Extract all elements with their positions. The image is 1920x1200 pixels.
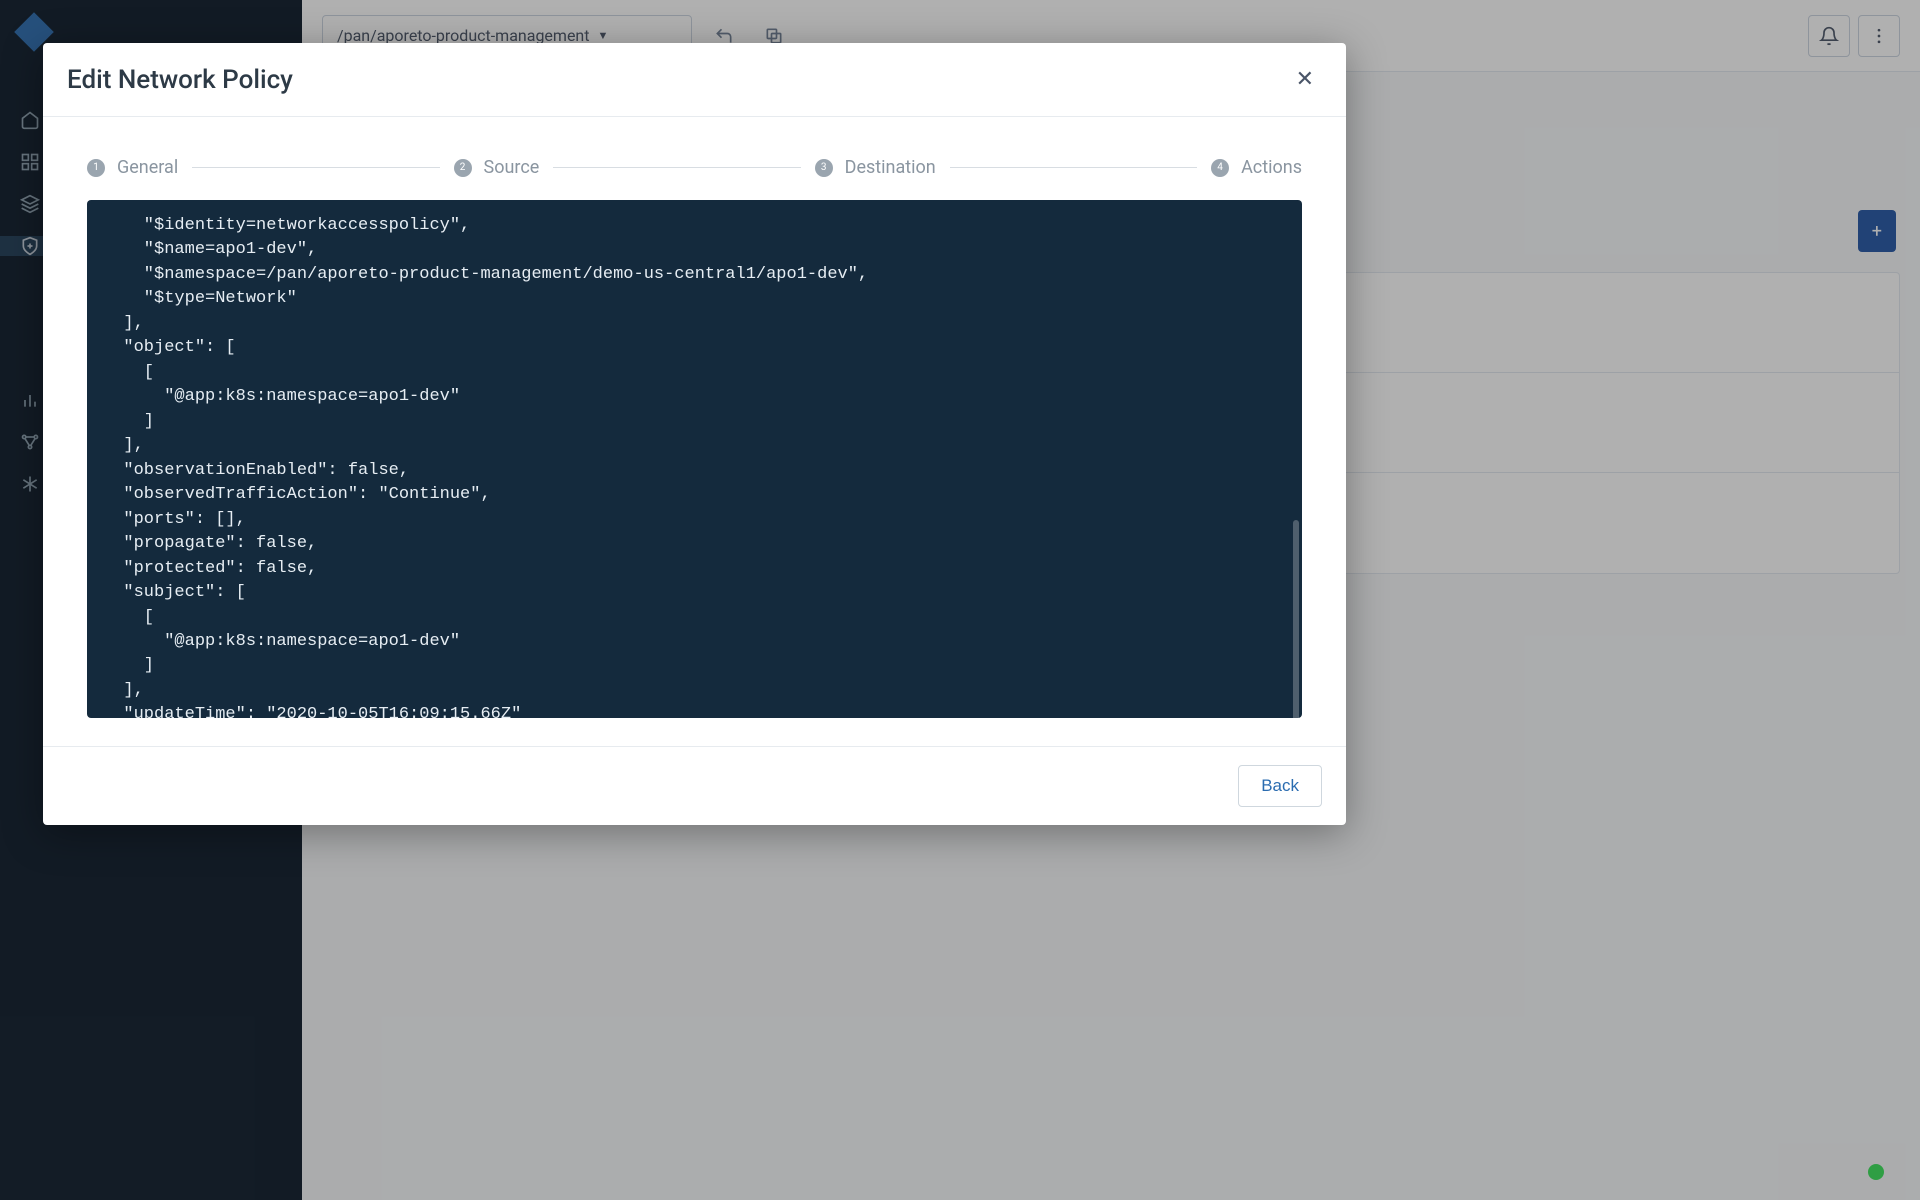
step-label: General <box>117 157 178 178</box>
step-actions[interactable]: 4 Actions <box>1211 157 1302 178</box>
step-label: Destination <box>845 157 936 178</box>
edit-network-policy-modal: Edit Network Policy ✕ 1 General 2 Source… <box>43 43 1346 825</box>
modal-body: 1 General 2 Source 3 Destination 4 Actio… <box>43 117 1346 746</box>
step-label: Source <box>484 157 540 178</box>
step-divider <box>553 167 800 168</box>
step-general[interactable]: 1 General <box>87 157 178 178</box>
scrollbar-thumb[interactable] <box>1293 520 1299 718</box>
step-divider <box>950 167 1197 168</box>
step-number: 2 <box>454 159 472 177</box>
step-source[interactable]: 2 Source <box>454 157 540 178</box>
modal-header: Edit Network Policy ✕ <box>43 43 1346 117</box>
close-icon[interactable]: ✕ <box>1288 63 1322 96</box>
code-block[interactable]: "$identity=networkaccesspolicy", "$name=… <box>87 200 1302 718</box>
step-destination[interactable]: 3 Destination <box>815 157 936 178</box>
step-number: 3 <box>815 159 833 177</box>
step-number: 4 <box>1211 159 1229 177</box>
code-content: "$identity=networkaccesspolicy", "$name=… <box>103 216 868 718</box>
stepper: 1 General 2 Source 3 Destination 4 Actio… <box>87 157 1302 178</box>
step-divider <box>192 167 439 168</box>
modal-footer: Back <box>43 746 1346 825</box>
step-label: Actions <box>1241 157 1302 178</box>
status-indicator <box>1868 1164 1884 1180</box>
modal-title: Edit Network Policy <box>67 65 293 95</box>
back-button[interactable]: Back <box>1238 765 1322 807</box>
step-number: 1 <box>87 159 105 177</box>
